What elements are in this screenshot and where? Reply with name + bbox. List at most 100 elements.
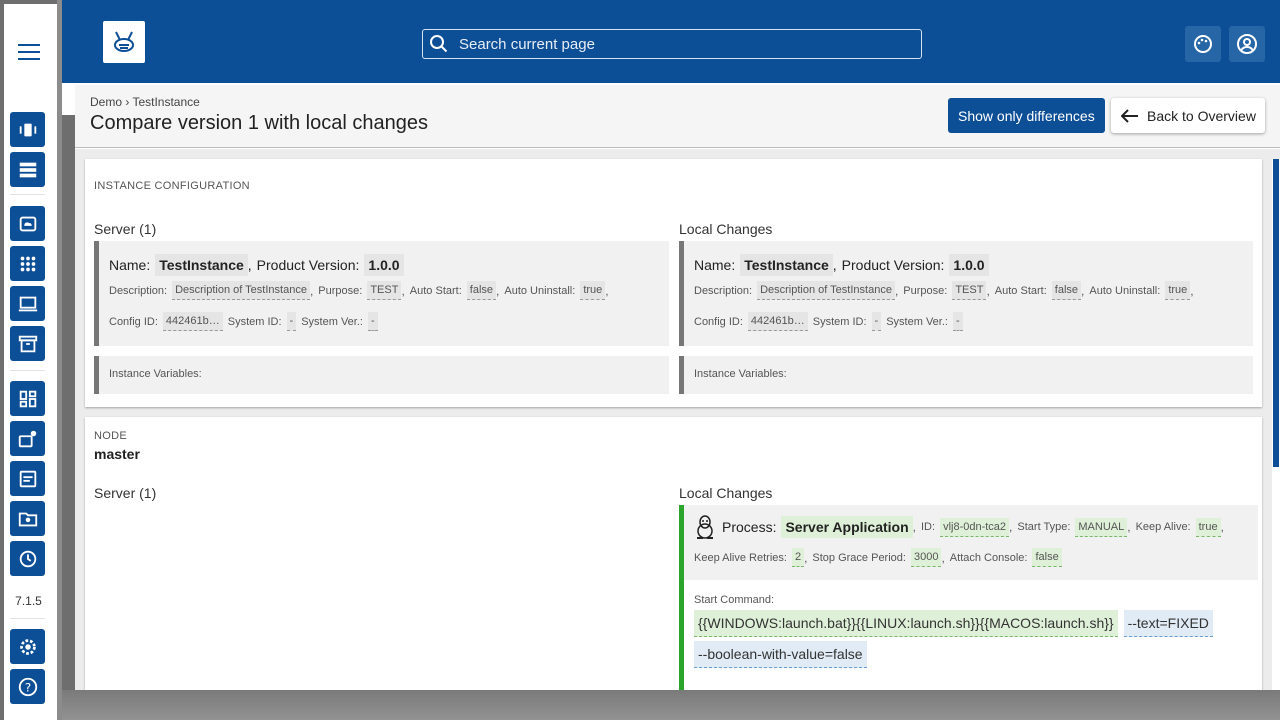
keep-alive-retries-value: 2 (791, 548, 805, 567)
start-type-label: Start Type: (1017, 521, 1071, 533)
config-block-server: Name: TestInstance , Product Version: 1.… (94, 241, 669, 346)
purpose-value: TEST (952, 281, 987, 300)
auto-start-label: Auto Start: (409, 284, 462, 297)
description-label: Description: (109, 284, 168, 297)
auto-start-label: Auto Start: (994, 284, 1047, 297)
config-block-local: Name: TestInstance , Product Version: 1.… (679, 241, 1253, 346)
vibration-icon[interactable] (10, 112, 45, 147)
scrollbar-thumb[interactable] (1273, 159, 1279, 467)
linux-icon (697, 515, 713, 539)
id-value: vlj8-0dn-tca2 (940, 517, 1010, 537)
menu-icon[interactable] (18, 44, 40, 60)
compare-content: INSTANCE CONFIGURATION Server (1) Local … (75, 149, 1280, 690)
config-id-label: Config ID: (694, 315, 743, 328)
dashboard-icon[interactable] (10, 381, 45, 416)
left-column-title: Server (1) (94, 485, 157, 501)
system-ver-label: System Ver.: (301, 315, 363, 328)
account-icon[interactable] (1229, 26, 1265, 62)
search-icon (430, 35, 448, 53)
arrow-back-icon (1121, 108, 1138, 123)
search-placeholder: Search current page (459, 35, 595, 53)
product-version-value: 1.0.0 (364, 254, 404, 276)
bee-logo-icon[interactable] (103, 21, 145, 63)
purpose-label: Purpose: (318, 284, 363, 297)
node-card: NODE master Server (1) Local Changes Pro… (85, 417, 1262, 690)
process-block-added: Process: Server Application, ID: vlj8-0d… (679, 505, 1258, 690)
attach-console-value: false (1032, 548, 1062, 567)
description-value: Description of TestInstance (172, 281, 310, 300)
show-differences-button[interactable]: Show only differences (948, 98, 1105, 133)
system-ver-label: System Ver.: (886, 315, 948, 328)
apps-grid-icon[interactable] (10, 246, 45, 281)
section-label: NODE (94, 430, 127, 442)
system-ver-value: - (952, 312, 963, 331)
list-icon[interactable] (10, 152, 45, 187)
auto-start-value: false (466, 281, 497, 300)
instance-variables-label: Instance Variables: (694, 368, 787, 380)
right-column-title: Local Changes (679, 485, 773, 501)
keep-alive-value: true (1195, 517, 1221, 537)
auto-start-value: false (1051, 281, 1082, 300)
cloud-settings-icon[interactable] (10, 421, 45, 456)
auto-uninstall-label: Auto Uninstall: (504, 284, 576, 297)
purpose-label: Purpose: (903, 284, 948, 297)
cloud-storage-icon[interactable] (10, 206, 45, 241)
stop-grace-label: Stop Grace Period: (812, 551, 906, 564)
instance-config-card: INSTANCE CONFIGURATION Server (1) Local … (85, 159, 1262, 407)
name-value: TestInstance (740, 254, 833, 276)
instance-variables-label: Instance Variables: (109, 368, 202, 380)
purpose-value: TEST (367, 281, 402, 300)
description-label: Description: (694, 284, 753, 297)
system-ver-value: - (367, 312, 378, 331)
left-column-title: Server (1) (94, 221, 157, 237)
keep-alive-retries-label: Keep Alive Retries: (694, 551, 787, 564)
start-command-main: {{WINDOWS:launch.bat}}{{LINUX:launch.sh}… (694, 610, 1118, 637)
page-title: Compare version 1 with local changes (90, 112, 428, 134)
version-label: 7.1.5 (15, 594, 42, 608)
back-to-overview-button[interactable]: Back to Overview (1111, 98, 1265, 133)
instance-variables-local: Instance Variables: (679, 356, 1253, 394)
settings-icon[interactable] (10, 629, 45, 664)
palette-icon[interactable] (1185, 26, 1221, 62)
description-value: Description of TestInstance (757, 281, 895, 300)
product-version-value: 1.0.0 (949, 254, 989, 276)
attach-console-label: Attach Console: (949, 551, 1028, 564)
start-type-value: MANUAL (1075, 517, 1128, 537)
config-id-value: 442461b… (747, 312, 808, 331)
archive-icon[interactable] (10, 326, 45, 361)
system-id-value: - (871, 312, 882, 331)
process-label: Process: (722, 519, 777, 535)
system-id-label: System ID: (227, 315, 282, 328)
start-command-label: Start Command: (694, 594, 775, 606)
instance-variables-server: Instance Variables: (94, 356, 669, 394)
name-value: TestInstance (155, 254, 248, 276)
auto-uninstall-value: true (1165, 281, 1191, 300)
breadcrumb[interactable]: Demo › TestInstance (90, 95, 200, 109)
folder-star-icon[interactable] (10, 501, 45, 536)
file-list-icon[interactable] (10, 461, 45, 496)
config-id-label: Config ID: (109, 315, 158, 328)
right-column-title: Local Changes (679, 221, 773, 237)
node-name: master (94, 446, 140, 462)
system-id-label: System ID: (812, 315, 867, 328)
name-label: Name: (109, 257, 151, 273)
start-command-arg-text: --text=FIXED (1123, 610, 1213, 637)
auto-uninstall-value: true (580, 281, 606, 300)
auto-uninstall-label: Auto Uninstall: (1089, 284, 1161, 297)
computer-icon[interactable] (10, 286, 45, 321)
help-icon[interactable]: ? (10, 669, 45, 704)
search-input[interactable]: Search current page (422, 29, 922, 59)
product-version-label: Product Version: (256, 257, 360, 273)
config-id-value: 442461b… (162, 312, 223, 331)
section-label: INSTANCE CONFIGURATION (94, 180, 250, 192)
bottom-overlay (62, 690, 1280, 720)
history-icon[interactable] (10, 541, 45, 576)
system-id-value: - (286, 312, 297, 331)
process-value: Server Application (781, 516, 913, 538)
stop-grace-value: 3000 (910, 548, 942, 567)
keep-alive-label: Keep Alive: (1135, 521, 1191, 533)
product-version-label: Product Version: (841, 257, 945, 273)
name-label: Name: (694, 257, 736, 273)
main-content: Demo › TestInstance Compare version 1 wi… (75, 85, 1280, 690)
start-command-arg-boolean: --boolean-with-value=false (694, 641, 867, 668)
